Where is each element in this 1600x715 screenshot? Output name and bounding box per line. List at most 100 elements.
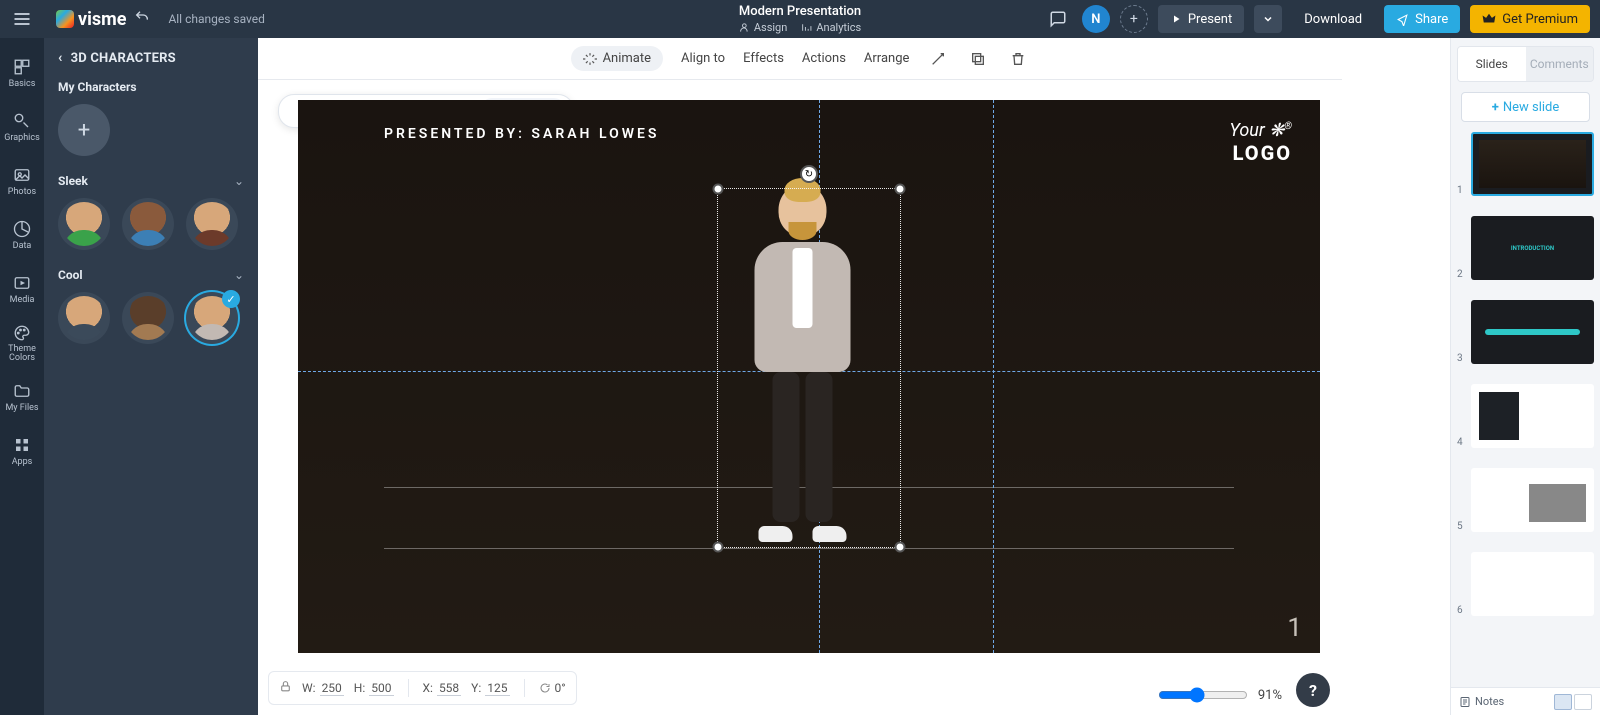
arrange-button[interactable]: Arrange xyxy=(864,51,909,66)
cool-character-2[interactable] xyxy=(122,292,174,344)
sparkle-icon xyxy=(583,52,597,66)
x-input[interactable]: X:558 xyxy=(423,681,462,696)
your-logo-placeholder[interactable]: Your ❋® LOGO xyxy=(1229,120,1292,165)
folder-icon xyxy=(13,382,31,400)
cool-character-1[interactable] xyxy=(58,292,110,344)
sleek-character-1[interactable] xyxy=(58,198,110,250)
slide-canvas[interactable]: PRESENTED BY: SARAH LOWES Your ❋® LOGO 1… xyxy=(298,100,1320,653)
present-options-button[interactable] xyxy=(1254,5,1282,33)
sleek-character-3[interactable] xyxy=(186,198,238,250)
resize-handle-sw[interactable] xyxy=(713,541,724,552)
tab-slides[interactable]: Slides xyxy=(1458,47,1526,81)
new-slide-button[interactable]: +New slide xyxy=(1461,92,1590,122)
thumb-slide-4[interactable]: ▧ xyxy=(1471,384,1594,448)
notes-button[interactable]: Notes xyxy=(1459,695,1504,708)
rail-graphics[interactable]: Graphics xyxy=(0,100,44,154)
dimensions-bar: W:250 H:500 X:558 Y:125 0° xyxy=(268,671,577,705)
crown-icon xyxy=(1482,12,1496,26)
rail-media[interactable]: Media xyxy=(0,262,44,316)
save-status: All changes saved xyxy=(168,12,264,26)
actions-button[interactable]: Actions xyxy=(802,51,846,66)
alignment-guide-v xyxy=(993,100,994,653)
thumb-slide-3[interactable]: ▧ xyxy=(1471,300,1594,364)
view-grid[interactable] xyxy=(1554,694,1572,710)
comments-button[interactable] xyxy=(1044,5,1072,33)
rail-basics[interactable]: Basics xyxy=(0,46,44,100)
chevron-left-icon: ‹ xyxy=(58,50,63,66)
basics-icon xyxy=(13,58,31,76)
undo-button[interactable] xyxy=(134,9,150,29)
height-input[interactable]: H:500 xyxy=(354,681,394,696)
assign-button[interactable]: Assign xyxy=(739,21,787,34)
get-premium-button[interactable]: Get Premium xyxy=(1470,5,1590,33)
style-picker-button[interactable] xyxy=(927,48,949,70)
rail-data[interactable]: Data xyxy=(0,208,44,262)
resize-handle-nw[interactable] xyxy=(713,184,724,195)
panel-title: 3D CHARACTERS xyxy=(71,51,176,66)
thumb-slide-5[interactable]: ▧ xyxy=(1471,468,1594,532)
graphics-icon xyxy=(13,112,31,130)
hamburger-icon xyxy=(12,9,32,29)
rail-apps[interactable]: Apps xyxy=(0,424,44,478)
presenter-text[interactable]: PRESENTED BY: SARAH LOWES xyxy=(384,126,659,142)
lock-aspect-button[interactable] xyxy=(279,680,292,696)
chevron-down-icon: ⌄ xyxy=(234,268,244,282)
category-sleek-toggle[interactable]: Sleek ⌄ xyxy=(58,174,244,188)
right-panel-footer: Notes xyxy=(1451,687,1600,715)
view-list[interactable] xyxy=(1574,694,1592,710)
resize-handle-ne[interactable] xyxy=(894,184,905,195)
thumb-slide-1[interactable]: ▧ xyxy=(1471,132,1594,196)
brand-text: visme xyxy=(78,9,126,30)
delete-button[interactable] xyxy=(1007,48,1029,70)
selected-check-icon: ✓ xyxy=(222,290,240,308)
duplicate-button[interactable] xyxy=(967,48,989,70)
alignto-button[interactable]: Align to xyxy=(681,51,725,66)
thumb-slide-6[interactable] xyxy=(1471,552,1594,616)
notes-icon xyxy=(1459,696,1471,708)
add-collaborator-button[interactable]: + xyxy=(1120,5,1148,33)
selection-box[interactable]: ↻ xyxy=(717,188,901,547)
panel-back[interactable]: ‹ 3D CHARACTERS xyxy=(58,50,244,66)
rail-theme-colors[interactable]: Theme Colors xyxy=(0,316,44,370)
data-icon xyxy=(13,220,31,238)
wand-icon xyxy=(930,51,946,67)
copy-icon xyxy=(970,51,986,67)
width-input[interactable]: W:250 xyxy=(302,681,344,696)
brand-splash-icon xyxy=(56,10,74,28)
chart-icon xyxy=(801,22,812,33)
category-cool-toggle[interactable]: Cool ⌄ xyxy=(58,268,244,282)
mychars-label: My Characters xyxy=(58,80,244,94)
download-button[interactable]: Download xyxy=(1292,5,1374,33)
chevron-down-icon: ⌄ xyxy=(234,174,244,188)
resize-handle-se[interactable] xyxy=(894,541,905,552)
y-input[interactable]: Y:125 xyxy=(471,681,509,696)
rotation-input[interactable]: 0° xyxy=(539,681,566,695)
share-button[interactable]: Share xyxy=(1384,5,1460,33)
rail-photos[interactable]: Photos xyxy=(0,154,44,208)
help-button[interactable]: ? xyxy=(1296,673,1330,707)
comment-icon xyxy=(1049,10,1067,28)
rotation-handle[interactable]: ↻ xyxy=(800,165,818,183)
rail-my-files[interactable]: My Files xyxy=(0,370,44,424)
user-avatar[interactable]: N xyxy=(1082,5,1110,33)
slide-page-number: 1 xyxy=(1287,613,1302,643)
effects-button[interactable]: Effects xyxy=(743,51,784,66)
present-button[interactable]: Present xyxy=(1158,5,1244,33)
cool-character-3[interactable]: ✓ xyxy=(186,292,238,344)
top-header: visme All changes saved Modern Presentat… xyxy=(0,0,1600,38)
slide-thumbnails: 1▧ 2INTRODUCTION▧ 3▧ 4▧ 5▧ 6 xyxy=(1451,132,1600,687)
user-icon xyxy=(739,22,750,33)
brand-logo[interactable]: visme xyxy=(56,9,126,30)
zoom-slider[interactable] xyxy=(1158,687,1248,703)
rotate-icon xyxy=(539,682,551,694)
add-character-button[interactable]: + xyxy=(58,104,110,156)
animate-button[interactable]: Animate xyxy=(571,46,663,71)
project-title[interactable]: Modern Presentation xyxy=(739,4,861,19)
analytics-button[interactable]: Analytics xyxy=(801,21,861,34)
tab-comments[interactable]: Comments xyxy=(1526,47,1594,81)
sleek-character-2[interactable] xyxy=(122,198,174,250)
share-icon xyxy=(1396,13,1409,26)
thumb-slide-2[interactable]: INTRODUCTION▧ xyxy=(1471,216,1594,280)
media-icon xyxy=(13,274,31,292)
menu-button[interactable] xyxy=(0,9,44,29)
